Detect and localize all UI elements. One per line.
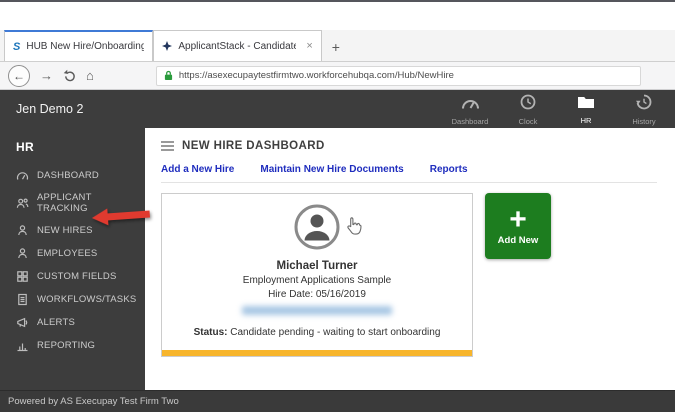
link-add-new-hire[interactable]: Add a New Hire bbox=[161, 164, 234, 175]
padlock-icon bbox=[164, 70, 173, 81]
sidebar-item-custom-fields[interactable]: CUSTOM FIELDS bbox=[0, 265, 145, 288]
forward-button[interactable]: → bbox=[40, 69, 53, 82]
close-icon[interactable]: × bbox=[306, 40, 312, 52]
status-line: Status: Candidate pending - waiting to s… bbox=[194, 327, 441, 338]
tasks-icon bbox=[16, 293, 29, 306]
sidebar-section-hr: HR bbox=[16, 140, 34, 154]
add-new-button[interactable]: + Add New bbox=[485, 193, 551, 259]
people-icon bbox=[16, 197, 29, 210]
sidebar-item-alerts[interactable]: ALERTS bbox=[0, 311, 145, 334]
grid-icon bbox=[16, 270, 29, 283]
nav-item-history[interactable]: History bbox=[615, 92, 673, 126]
link-maintain-documents[interactable]: Maintain New Hire Documents bbox=[260, 164, 403, 175]
swipeclock-s-icon: S bbox=[13, 40, 21, 53]
hr-folder-icon bbox=[577, 95, 595, 114]
sidebar-item-label: WORKFLOWS/TASKS bbox=[37, 294, 137, 305]
person-icon bbox=[16, 224, 29, 237]
browser-navbar: ← → ⌂ https://asexecupaytestfirmtwo.work… bbox=[0, 62, 675, 90]
browser-tabbar: S HUB New Hire/Onboarding Pa ApplicantSt… bbox=[0, 30, 675, 62]
tab-title: HUB New Hire/Onboarding Pa bbox=[26, 41, 145, 52]
sidebar-item-new-hires[interactable]: NEW HIRES bbox=[0, 219, 145, 242]
hire-date: Hire Date: 05/16/2019 bbox=[268, 289, 366, 300]
main-content: NEW HIRE DASHBOARD Add a New Hire Mainta… bbox=[145, 128, 675, 390]
action-links: Add a New Hire Maintain New Hire Documen… bbox=[161, 164, 657, 183]
nav-item-hr[interactable]: HR bbox=[557, 92, 615, 126]
status-label: Status: bbox=[193, 327, 228, 338]
hand-cursor-icon bbox=[346, 216, 363, 241]
nav-label: Dashboard bbox=[451, 116, 489, 126]
employee-subtitle: Employment Applications Sample bbox=[242, 275, 392, 286]
sidebar-item-employees[interactable]: EMPLOYEES bbox=[0, 242, 145, 265]
redacted-text bbox=[242, 306, 392, 315]
avatar bbox=[294, 204, 340, 255]
gauge-icon bbox=[16, 169, 29, 182]
refresh-button[interactable] bbox=[63, 69, 76, 82]
nav-item-clock[interactable]: Clock bbox=[499, 92, 557, 126]
sidebar-item-label: ALERTS bbox=[37, 317, 75, 328]
sidebar-item-label: CUSTOM FIELDS bbox=[37, 271, 117, 282]
sidebar-item-dashboard[interactable]: DASHBOARD bbox=[0, 164, 145, 187]
nav-label: HR bbox=[580, 116, 592, 125]
add-new-label: Add New bbox=[497, 234, 539, 246]
applicantstack-icon bbox=[162, 41, 173, 51]
sidebar-item-workflows-tasks[interactable]: WORKFLOWS/TASKS bbox=[0, 288, 145, 311]
footer-text: Powered by AS Execupay Test Firm Two bbox=[8, 396, 179, 407]
app-header: Jen Demo 2 Dashboard Clock HR History bbox=[0, 90, 675, 128]
company-title: Jen Demo 2 bbox=[16, 102, 84, 116]
status-text: Candidate pending - waiting to start onb… bbox=[227, 327, 441, 338]
url-text: https://asexecupaytestfirmtwo.workforceh… bbox=[178, 70, 454, 81]
sidebar-item-label: DASHBOARD bbox=[37, 170, 99, 181]
footer: Powered by AS Execupay Test Firm Two bbox=[0, 390, 675, 412]
tab-title: ApplicantStack - Candidates bbox=[178, 40, 297, 52]
tab-applicantstack[interactable]: ApplicantStack - Candidates × bbox=[153, 30, 322, 61]
plus-icon: + bbox=[509, 202, 527, 236]
nav-item-dashboard[interactable]: Dashboard bbox=[441, 92, 499, 126]
home-button[interactable]: ⌂ bbox=[86, 69, 94, 82]
nav-label: Clock bbox=[518, 117, 538, 126]
card-highlight-bar bbox=[162, 350, 472, 356]
dashboard-icon bbox=[461, 95, 480, 115]
bar-chart-icon bbox=[16, 339, 29, 352]
megaphone-icon bbox=[16, 316, 29, 329]
address-bar[interactable]: https://asexecupaytestfirmtwo.workforceh… bbox=[155, 65, 641, 86]
person-icon bbox=[16, 247, 29, 260]
employee-name: Michael Turner bbox=[276, 260, 358, 272]
history-icon bbox=[636, 94, 652, 115]
sidebar-item-label: APPLICANT TRACKING bbox=[37, 192, 92, 214]
link-reports[interactable]: Reports bbox=[430, 164, 468, 175]
app-header-nav: Dashboard Clock HR History bbox=[441, 92, 673, 126]
clock-icon bbox=[520, 94, 536, 115]
sidebar-item-reporting[interactable]: REPORTING bbox=[0, 334, 145, 357]
back-button[interactable]: ← bbox=[8, 64, 30, 87]
new-hire-card[interactable]: Michael Turner Employment Applications S… bbox=[161, 193, 473, 357]
sidebar: HR DASHBOARD APPLICANT TRACKING NEW HIRE… bbox=[0, 128, 145, 390]
sidebar-item-label: NEW HIRES bbox=[37, 225, 93, 236]
sidebar-item-applicant-tracking[interactable]: APPLICANT TRACKING bbox=[0, 187, 145, 219]
sidebar-item-label: EMPLOYEES bbox=[37, 248, 98, 259]
window-titlebar bbox=[0, 0, 675, 30]
sidebar-item-label: REPORTING bbox=[37, 340, 96, 351]
new-tab-button[interactable]: + bbox=[332, 40, 340, 54]
tab-hub-new-hire[interactable]: S HUB New Hire/Onboarding Pa bbox=[4, 30, 154, 61]
menu-icon[interactable] bbox=[161, 141, 174, 151]
nav-label: History bbox=[632, 117, 656, 126]
page-title: NEW HIRE DASHBOARD bbox=[182, 140, 325, 152]
